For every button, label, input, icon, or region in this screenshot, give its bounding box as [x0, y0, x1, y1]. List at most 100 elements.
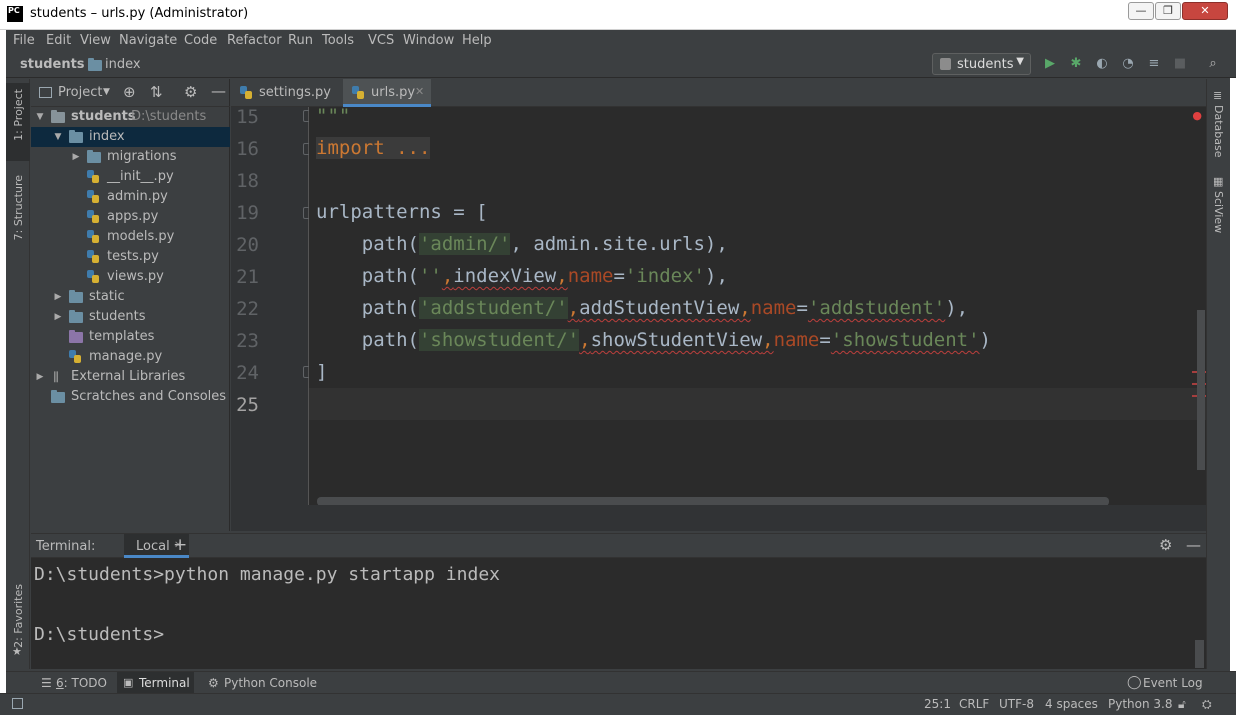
hide-panel-icon[interactable]: —: [1186, 536, 1201, 554]
editor-gutter: 15 16 18 19 20 21 22 23 24 25: [231, 106, 313, 505]
menu-code[interactable]: Code: [184, 33, 217, 48]
todo-tool-button[interactable]: 6: TODO: [56, 676, 107, 690]
editor-bottom-gap: [231, 505, 1206, 531]
terminal-tool-button[interactable]: ▣ Terminal: [117, 672, 194, 694]
tree-item[interactable]: ▶ static: [31, 287, 230, 307]
tree-item-label: students: [71, 109, 136, 124]
terminal-scrollbar[interactable]: [1195, 640, 1204, 668]
code-token: ),: [945, 297, 969, 319]
chevron-down-icon: ▼: [1016, 56, 1024, 67]
line-number: 15: [236, 106, 259, 128]
debug-icon[interactable]: ✱: [1068, 56, 1084, 72]
menu-view[interactable]: View: [80, 33, 111, 48]
chevron-right-icon[interactable]: ▶: [53, 287, 63, 307]
indent-setting[interactable]: 4 spaces: [1045, 697, 1098, 711]
minimize-button[interactable]: —: [1128, 2, 1154, 20]
code-line-22: path('addstudent/',addStudentView,name='…: [316, 292, 968, 324]
tab-urls-py[interactable]: urls.py ✕: [343, 79, 431, 107]
tree-item[interactable]: models.py: [31, 227, 230, 247]
error-indicator-icon[interactable]: ●: [1192, 109, 1202, 122]
code-token: ]: [316, 361, 328, 383]
tree-item[interactable]: ▶ ⫼ External Libraries: [31, 367, 230, 387]
menu-navigate[interactable]: Navigate: [119, 33, 177, 48]
navigation-bar: students index students ▼ ▶ ✱ ◐ ◔ ≡ ■ ⌕: [6, 52, 1236, 78]
chevron-right-icon[interactable]: ▶: [53, 307, 63, 327]
sciview-tool-tab[interactable]: SciView: [1212, 191, 1225, 233]
python-file-icon: [87, 230, 100, 243]
tree-item[interactable]: ▼ index: [31, 127, 230, 147]
tree-item[interactable]: __init__.py: [31, 167, 230, 187]
terminal-tab-label: Local: [136, 539, 170, 554]
hide-panel-icon[interactable]: —: [211, 82, 226, 100]
project-view-select[interactable]: Project: [58, 85, 102, 100]
menu-edit[interactable]: Edit: [46, 33, 71, 48]
menu-tools[interactable]: Tools: [322, 33, 354, 48]
structure-tool-tab[interactable]: 7: Structure: [12, 175, 25, 240]
tree-item[interactable]: admin.py: [31, 187, 230, 207]
code-editor[interactable]: """ import ... urlpatterns = [ path('adm…: [309, 107, 1206, 505]
chevron-down-icon[interactable]: ▼: [103, 87, 110, 97]
chevron-right-icon[interactable]: ▶: [71, 147, 81, 167]
run-configuration-select[interactable]: students ▼: [932, 53, 1031, 75]
python-console-button[interactable]: Python Console: [224, 676, 317, 690]
inspection-icon[interactable]: ⛭: [1202, 697, 1212, 712]
gear-icon[interactable]: ⚙: [184, 83, 197, 101]
project-tool-tab[interactable]: 1: Project: [12, 89, 25, 141]
toggle-tool-windows-icon[interactable]: [12, 698, 23, 709]
editor-vertical-scrollbar[interactable]: [1197, 310, 1205, 470]
tree-item[interactable]: Scratches and Consoles: [31, 387, 230, 407]
terminal-output[interactable]: D:\students>python manage.py startapp in…: [31, 558, 1206, 669]
tree-item[interactable]: views.py: [31, 267, 230, 287]
breadcrumb-project[interactable]: students: [20, 57, 85, 72]
file-encoding[interactable]: UTF-8: [999, 697, 1034, 711]
menu-vcs[interactable]: VCS: [368, 33, 394, 48]
tree-item[interactable]: templates: [31, 327, 230, 347]
window-title: students – urls.py (Administrator): [30, 6, 249, 21]
maximize-button[interactable]: ❐: [1155, 2, 1181, 20]
folder-icon: [87, 150, 101, 163]
tree-item[interactable]: manage.py: [31, 347, 230, 367]
close-window-button[interactable]: ✕: [1182, 2, 1228, 20]
menu-refactor[interactable]: Refactor: [227, 33, 282, 48]
caret-position[interactable]: 25:1: [924, 697, 951, 711]
string-token: 'addstudent': [807, 297, 946, 319]
locate-file-icon[interactable]: ⊕: [123, 83, 136, 101]
concurrency-icon[interactable]: ≡: [1146, 56, 1162, 72]
chevron-down-icon[interactable]: ▼: [35, 107, 45, 127]
event-log-button[interactable]: Event Log: [1143, 676, 1203, 690]
stop-icon[interactable]: ■: [1172, 56, 1188, 72]
favorites-tool-tab[interactable]: 2: Favorites: [12, 584, 25, 648]
tree-item[interactable]: tests.py: [31, 247, 230, 267]
folded-imports[interactable]: import ...: [316, 137, 431, 159]
tree-item[interactable]: ▼ students D:\students: [31, 107, 230, 127]
python-file-icon: [240, 86, 253, 99]
line-number-current: 25: [236, 394, 259, 416]
code-token: path(: [316, 233, 419, 255]
tree-item[interactable]: apps.py: [31, 207, 230, 227]
new-terminal-icon[interactable]: +: [173, 535, 187, 555]
python-interpreter[interactable]: Python 3.8: [1108, 697, 1173, 711]
breadcrumb-folder[interactable]: index: [105, 57, 141, 72]
lock-icon[interactable]: 🔓︎: [1178, 697, 1186, 712]
chevron-right-icon[interactable]: ▶: [35, 367, 45, 387]
run-icon[interactable]: ▶: [1042, 56, 1058, 72]
chevron-down-icon[interactable]: ▼: [53, 127, 63, 147]
database-tool-tab[interactable]: Database: [1212, 105, 1225, 158]
menu-help[interactable]: Help: [462, 33, 492, 48]
tab-settings-py[interactable]: settings.py: [231, 79, 343, 107]
todo-shortcut-key: 6: [56, 676, 64, 690]
menu-window[interactable]: Window: [403, 33, 454, 48]
tree-item[interactable]: ▶ migrations: [31, 147, 230, 167]
search-everywhere-icon[interactable]: ⌕: [1205, 56, 1221, 72]
line-separator[interactable]: CRLF: [959, 697, 989, 711]
coverage-icon[interactable]: ◐: [1094, 56, 1110, 72]
gear-icon[interactable]: ⚙: [1159, 536, 1172, 554]
close-tab-icon[interactable]: ✕: [415, 85, 424, 98]
menu-file[interactable]: File: [13, 33, 35, 48]
collapse-all-icon[interactable]: ⇅: [150, 83, 163, 101]
menu-run[interactable]: Run: [288, 33, 313, 48]
code-token: ): [979, 329, 991, 351]
window-frame-bottom: [0, 715, 1236, 721]
tree-item[interactable]: ▶ students: [31, 307, 230, 327]
profile-icon[interactable]: ◔: [1120, 56, 1136, 72]
